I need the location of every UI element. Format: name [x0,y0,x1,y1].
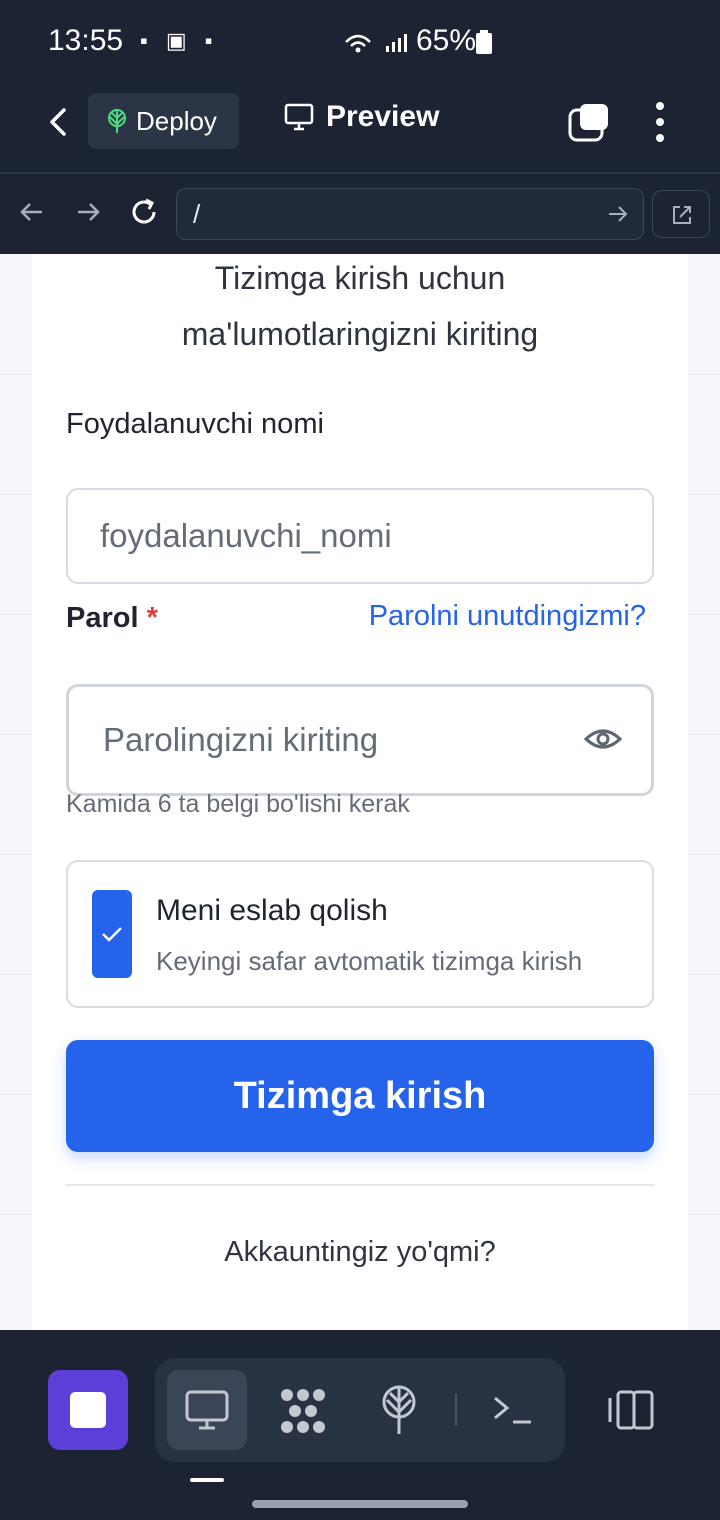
preview-page: Tizimga kirish uchun ma'lumotlaringizni … [0,254,720,1330]
app-topbar: Deploy Preview [0,80,720,172]
battery-percent: 65% [416,24,477,57]
deploy-button[interactable]: Deploy [88,93,239,149]
arrow-left-icon[interactable] [14,194,50,230]
password-label: Parol * [66,602,158,635]
password-input[interactable]: Parolingizni kiriting [66,684,654,796]
external-link-icon [673,206,691,224]
login-card: Tizimga kirish uchun ma'lumotlaringizni … [32,254,688,1330]
url-input[interactable]: / [176,188,644,240]
signal-icon [345,34,407,53]
remember-title: Meni eslab qolish [156,894,388,927]
arrow-right-icon[interactable] [70,194,106,230]
gesture-bar [252,1500,468,1508]
back-icon[interactable] [40,100,80,144]
stop-icon [70,1392,106,1428]
remember-me-option[interactable]: Meni eslab qolish Keyingi safar avtomati… [66,860,654,1008]
deploy-label: Deploy [136,105,217,136]
password-label-text: Parol [66,602,139,634]
divider [66,1184,654,1186]
preview-tab[interactable]: Preview [284,100,439,134]
go-icon[interactable] [607,203,629,225]
tabs-icon[interactable] [568,102,610,142]
active-indicator [190,1478,224,1482]
subtitle-line-2: ma'lumotlaringizni kiriting [181,316,539,352]
tool-separator [455,1394,457,1426]
bottom-toolbar [0,1330,720,1520]
workspace-tool-button[interactable] [263,1370,343,1450]
kebab-icon[interactable] [648,100,672,144]
forgot-password-link[interactable]: Parolni unutdingizmi? [369,600,646,633]
reload-icon[interactable] [126,194,162,230]
eye-icon[interactable] [583,725,623,753]
login-subtitle: Tizimga kirish uchun ma'lumotlaringizni … [32,254,688,362]
subtitle-line-1: Tizimga kirish uchun [214,260,506,296]
password-placeholder: Parolingizni kiriting [103,721,379,758]
notification-icons: ▪ ▣ ▪ [140,28,219,53]
deploy-icon [108,109,126,133]
stop-button[interactable] [48,1370,128,1450]
username-input[interactable]: foydalanuvchi_nomi [66,488,654,584]
username-label: Foydalanuvchi nomi [66,408,324,440]
remember-subtitle: Keyingi safar avtomatik tizimga kirish [156,946,583,976]
status-time: 13:55 [48,24,124,57]
battery-icon [476,30,492,54]
username-placeholder: foydalanuvchi_nomi [100,517,392,554]
open-external-button[interactable] [652,190,710,238]
preview-tool-button[interactable] [167,1370,247,1450]
login-submit-button[interactable]: Tizimga kirish [66,1040,654,1152]
deploy-icon [382,1385,416,1434]
no-account-text: Akkauntingiz yo'qmi? [224,1236,496,1268]
browser-url-bar: / [0,172,720,254]
url-text: / [193,199,201,229]
deploy-tool-button[interactable] [359,1370,439,1450]
terminal-tool-button[interactable] [473,1370,553,1450]
panel-icon[interactable] [606,1388,656,1432]
monitor-icon [185,1390,229,1430]
check-icon [102,927,122,942]
required-mark: * [146,602,158,634]
grid-icon [281,1389,325,1433]
status-bar: 13:55 ▪ ▣ ▪ 65% [0,0,720,80]
preview-label: Preview [326,100,440,133]
tool-group [155,1358,565,1462]
password-hint: Kamida 6 ta belgi bo'lishi kerak [66,790,410,818]
remember-checkbox[interactable] [92,890,132,978]
monitor-icon [284,103,314,131]
terminal-icon [494,1396,531,1424]
